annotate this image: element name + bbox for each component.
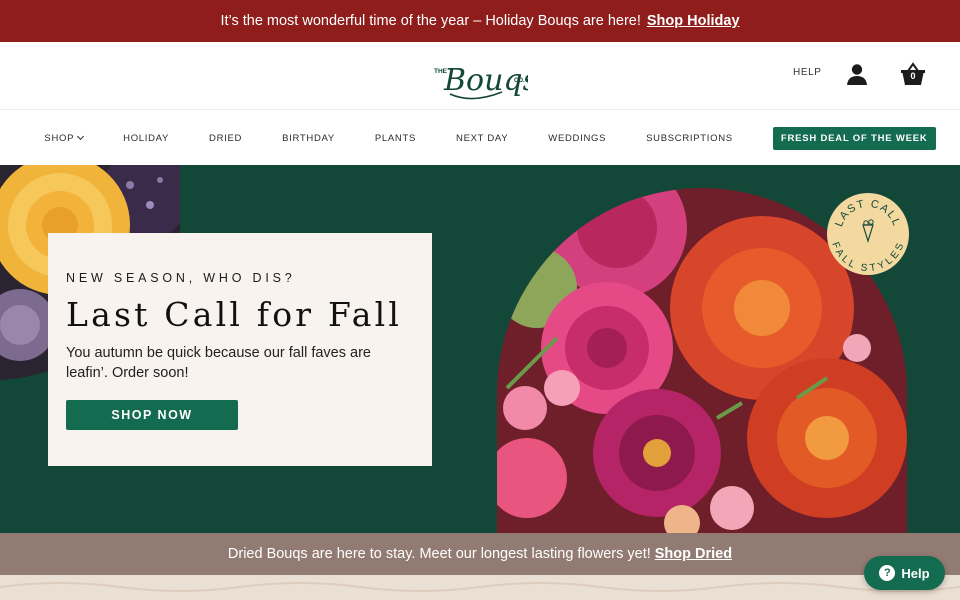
dried-promo-bar: Dried Bouqs are here to stay. Meet our l… [0, 533, 960, 575]
main-nav: SHOP HOLIDAY DRIED BIRTHDAY PLANTS NEXT … [0, 111, 960, 165]
hero-eyebrow: NEW SEASON, WHO DIS? [66, 271, 296, 285]
header: THE Bouqs CO. HELP 0 [0, 42, 960, 110]
nav-birthday[interactable]: BIRTHDAY [282, 133, 335, 144]
promo-text: It’s the most wonderful time of the year… [220, 13, 641, 29]
help-chat-button[interactable]: ? Help [864, 556, 945, 590]
cart-icon[interactable]: 0 [900, 61, 926, 87]
bottom-texture-strip [0, 575, 960, 600]
hero-subtitle: You autumn be quick because our fall fav… [66, 345, 371, 381]
hero-card: NEW SEASON, WHO DIS? Last Call for Fall … [48, 233, 432, 466]
shop-now-button[interactable]: SHOP NOW [66, 400, 238, 430]
hero-banner: NEW SEASON, WHO DIS? Last Call for Fall … [0, 165, 960, 533]
nav-weddings[interactable]: WEDDINGS [548, 133, 606, 144]
nav-subscriptions[interactable]: SUBSCRIPTIONS [646, 133, 733, 144]
account-icon[interactable] [845, 62, 869, 86]
nav-dried[interactable]: DRIED [209, 133, 242, 144]
dried-promo-text: Dried Bouqs are here to stay. Meet our l… [227, 546, 651, 562]
chevron-down-icon [77, 132, 85, 141]
help-chat-label: Help [901, 565, 930, 581]
bouqs-logo[interactable]: THE Bouqs CO. [432, 50, 538, 104]
hero-title: Last Call for Fall [66, 295, 403, 334]
nav-shop[interactable]: SHOP [44, 132, 85, 144]
question-icon: ? [879, 565, 896, 581]
help-link[interactable]: HELP [793, 67, 822, 78]
promo-bar: It’s the most wonderful time of the year… [0, 0, 960, 42]
badge-line-2: FALL STYLES [829, 241, 905, 274]
fresh-deal-button[interactable]: FRESH DEAL OF THE WEEK [772, 126, 936, 150]
nav-next-day[interactable]: NEXT DAY [456, 133, 508, 144]
nav-shop-label: SHOP [44, 132, 75, 144]
nav-plants[interactable]: PLANTS [375, 133, 416, 144]
bouquet-icon [862, 224, 874, 244]
logo-co: CO. [514, 78, 525, 84]
cart-count: 0 [910, 71, 916, 81]
nav-holiday[interactable]: HOLIDAY [123, 133, 169, 144]
shop-dried-link[interactable]: Shop Dried [655, 546, 732, 562]
shop-holiday-link[interactable]: Shop Holiday [647, 13, 740, 29]
svg-text:FALL STYLES: FALL STYLES [829, 241, 906, 274]
last-call-badge: LAST CALL FALL STYLES [827, 193, 909, 275]
